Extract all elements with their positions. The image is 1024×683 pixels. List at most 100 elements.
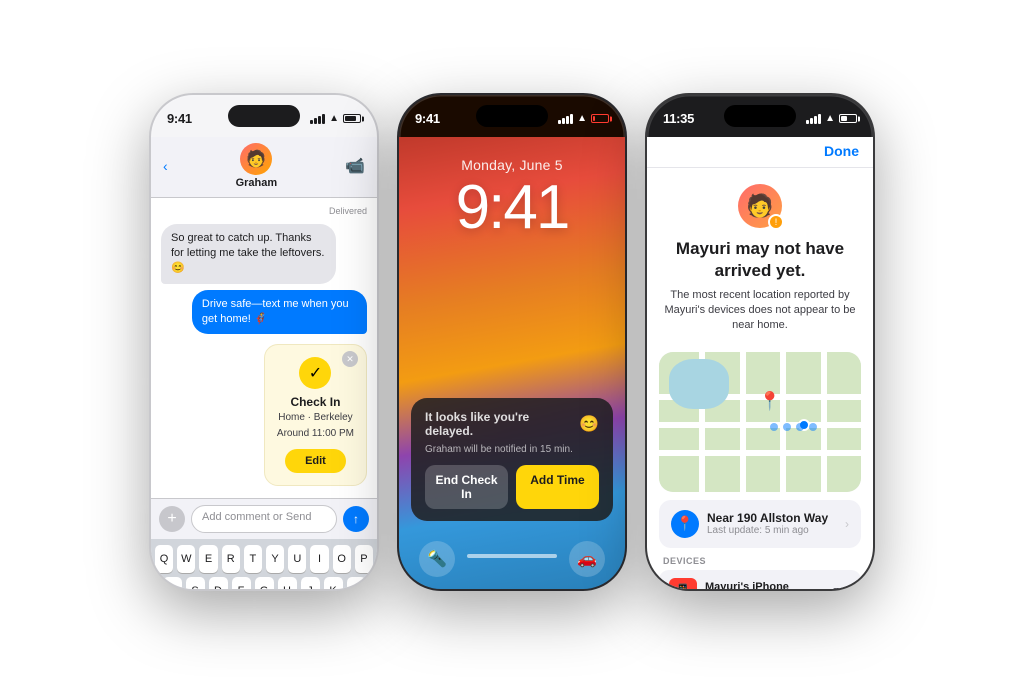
key-a[interactable]: A: [163, 577, 182, 590]
phone-messages: 9:41 ▲ ‹ 🧑 Graham 📹 De: [149, 93, 379, 591]
signal-icon-3: [806, 114, 821, 124]
map-container[interactable]: 📍: [659, 352, 861, 492]
alert-badge: !: [768, 214, 784, 230]
wifi-icon-2: ▲: [577, 113, 587, 124]
message-bubble-received-1: So great to catch up. Thanks for letting…: [161, 224, 336, 284]
alert-title: Mayuri may not have arrived yet.: [663, 238, 857, 282]
location-name: Near 190 Allston Way: [707, 511, 837, 525]
notif-emoji: 😊: [579, 414, 599, 434]
key-u[interactable]: U: [288, 545, 306, 573]
checkin-notification: It looks like you're delayed. 😊 Graham w…: [411, 398, 613, 521]
map-bg: 📍: [659, 352, 861, 492]
map-path-dots: [770, 423, 817, 431]
done-button[interactable]: Done: [824, 143, 859, 159]
location-row[interactable]: 📍 Near 190 Allston Way Last update: 5 mi…: [659, 500, 861, 548]
phone-findmy: 11:35 ▲ Done 🧑 ! M: [645, 93, 875, 591]
end-checkin-button[interactable]: End Check In: [425, 465, 508, 509]
location-update: Last update: 5 min ago: [707, 525, 837, 536]
keyboard-row-2: A S D F G H J K L: [155, 577, 373, 590]
status-time-3: 11:35: [663, 111, 694, 126]
lock-time-big: 9:41: [415, 177, 609, 239]
status-time-1: 9:41: [167, 111, 192, 126]
alert-subtitle: The most recent location reported by May…: [663, 288, 857, 334]
send-button[interactable]: ↑: [343, 506, 369, 532]
battery-icon-3: [839, 114, 857, 123]
status-time-2: 9:41: [415, 111, 440, 126]
key-p[interactable]: P: [355, 545, 373, 573]
contact-name: Graham: [236, 177, 278, 189]
map-pin-home: 📍: [759, 391, 781, 412]
checkin-check-icon: ✓: [299, 357, 331, 389]
home-indicator: [467, 554, 557, 558]
status-icons-2: ▲: [558, 113, 609, 124]
key-h[interactable]: H: [278, 577, 297, 590]
lockscreen-bg: Monday, June 5 9:41 It looks like you're…: [399, 137, 625, 589]
notif-title: It looks like you're delayed.: [425, 410, 579, 438]
lock-time-section: Monday, June 5 9:41: [399, 137, 625, 249]
message-input-bar: + Add comment or Send ↑: [151, 498, 377, 539]
flashlight-button[interactable]: 🔦: [419, 541, 455, 577]
video-call-button[interactable]: 📹: [345, 156, 365, 176]
devices-label: DEVICES: [659, 556, 861, 566]
notif-subtitle: Graham will be notified in 15 min.: [425, 444, 599, 455]
key-l[interactable]: L: [347, 577, 366, 590]
message-input[interactable]: Add comment or Send: [191, 505, 337, 533]
key-e[interactable]: E: [199, 545, 217, 573]
key-j[interactable]: J: [301, 577, 320, 590]
key-y[interactable]: Y: [266, 545, 284, 573]
wifi-icon-1: ▲: [329, 113, 339, 124]
messages-body: Delivered So great to catch up. Thanks f…: [151, 198, 377, 499]
driving-button[interactable]: 🚗: [569, 541, 605, 577]
findmy-screen: Done 🧑 ! Mayuri may not have arrived yet…: [647, 137, 873, 589]
dynamic-island-1: [228, 105, 300, 127]
contact-info: 🧑 Graham: [236, 143, 278, 189]
notif-actions: End Check In Add Time: [425, 465, 599, 509]
alert-section: 🧑 ! Mayuri may not have arrived yet. The…: [647, 168, 873, 344]
location-pin-icon: 📍: [671, 510, 699, 538]
battery-icon-2: [591, 114, 609, 123]
key-w[interactable]: W: [177, 545, 195, 573]
findmy-header: Done: [647, 137, 873, 168]
key-q[interactable]: Q: [155, 545, 173, 573]
signal-icon-2: [558, 114, 573, 124]
checkin-details-line1: Home · Berkeley: [277, 411, 354, 425]
keyboard: Q W E R T Y U I O P A S D F G H J K L: [151, 539, 377, 590]
wifi-icon-3: ▲: [825, 113, 835, 124]
key-t[interactable]: T: [244, 545, 262, 573]
message-text-2: Drive safe—text me when you get home! 🦸: [202, 298, 349, 325]
key-g[interactable]: G: [255, 577, 274, 590]
add-attachment-button[interactable]: +: [159, 506, 185, 532]
key-i[interactable]: I: [310, 545, 328, 573]
checkin-title: Check In: [277, 395, 354, 409]
device-icon-iphone: 📱: [669, 578, 697, 591]
messages-header: ‹ 🧑 Graham 📹: [151, 137, 377, 198]
back-button[interactable]: ‹: [163, 158, 168, 174]
device-battery-iphone: [833, 588, 851, 591]
lock-dock: 🔦 🚗: [399, 531, 625, 589]
device-info-iphone: Mayuri's iPhone Last unlock: 5 min ago: [705, 581, 812, 591]
key-o[interactable]: O: [333, 545, 351, 573]
checkin-close-button[interactable]: ✕: [342, 351, 358, 367]
dynamic-island-3: [724, 105, 796, 127]
key-k[interactable]: K: [324, 577, 343, 590]
status-icons-3: ▲: [806, 113, 857, 124]
device-name-iphone: Mayuri's iPhone: [705, 581, 812, 591]
checkin-edit-button[interactable]: Edit: [285, 449, 346, 473]
device-row-iphone[interactable]: 📱 Mayuri's iPhone Last unlock: 5 min ago…: [659, 570, 861, 591]
keyboard-row-1: Q W E R T Y U I O P: [155, 545, 373, 573]
key-s[interactable]: S: [186, 577, 205, 590]
devices-section: DEVICES 📱 Mayuri's iPhone Last unlock: 5…: [659, 556, 861, 591]
key-f[interactable]: F: [232, 577, 251, 590]
add-time-button[interactable]: Add Time: [516, 465, 599, 509]
message-bubble-sent-1: Drive safe—text me when you get home! 🦸: [192, 290, 367, 335]
contact-avatar[interactable]: 🧑: [240, 143, 272, 175]
scene: 9:41 ▲ ‹ 🧑 Graham 📹 De: [0, 0, 1024, 683]
device-status-iphone: ▲: [820, 587, 851, 591]
battery-icon-1: [343, 114, 361, 123]
notif-header: It looks like you're delayed. 😊: [425, 410, 599, 438]
key-r[interactable]: R: [222, 545, 240, 573]
phone-lockscreen: 9:41 ▲ Monday, June 5 9:41 It loo: [397, 93, 627, 591]
signal-icon-1: [310, 114, 325, 124]
key-d[interactable]: D: [209, 577, 228, 590]
lockscreen-spacer: [399, 249, 625, 398]
